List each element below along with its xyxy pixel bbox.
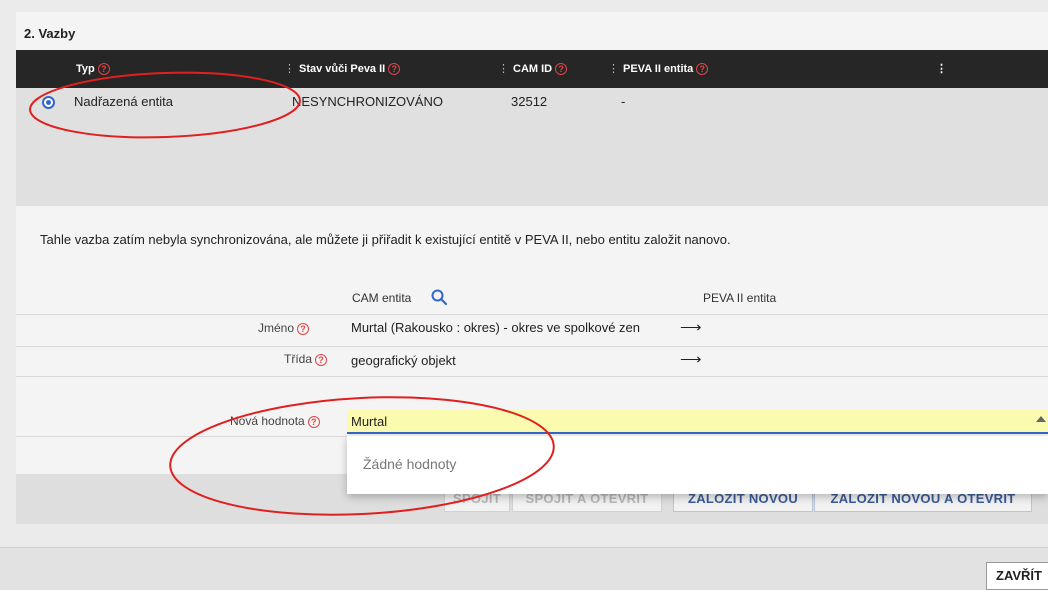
arrow-right-icon[interactable]: ⟶ <box>680 318 702 336</box>
name-label: Jméno? <box>258 321 310 335</box>
column-drag-handle-icon[interactable]: ⋮ <box>608 63 619 75</box>
peva-entity-header: PEVA II entita <box>703 291 777 305</box>
column-header-peva-entity[interactable]: ⋮ PEVA II entita? <box>608 50 709 88</box>
help-icon[interactable]: ? <box>297 322 310 335</box>
vertical-ellipsis-icon[interactable]: ⋮ <box>936 50 947 88</box>
dialog-footer <box>0 547 1048 590</box>
divider <box>16 346 1048 347</box>
help-icon[interactable]: ? <box>97 63 110 76</box>
dropdown-empty-text: Žádné hodnoty <box>363 456 457 472</box>
sync-info-text: Tahle vazba zatím nebyla synchronizována… <box>40 232 731 247</box>
help-icon[interactable]: ? <box>315 353 328 366</box>
column-header-type[interactable]: Typ? <box>76 50 110 88</box>
class-value: geografický objekt <box>351 353 456 368</box>
name-value: Murtal (Rakousko : okres) - okres ve spo… <box>351 320 640 335</box>
column-drag-handle-icon[interactable]: ⋮ <box>498 63 509 75</box>
cell-type: Nadřazená entita <box>74 94 174 109</box>
cam-entity-header: CAM entita <box>352 291 412 305</box>
row-radio-selected[interactable] <box>42 96 55 109</box>
help-icon[interactable]: ? <box>555 63 568 76</box>
class-label: Třída? <box>284 352 328 366</box>
column-drag-handle-icon[interactable]: ⋮ <box>284 63 295 75</box>
help-icon[interactable]: ? <box>307 415 320 428</box>
divider <box>16 376 1048 377</box>
grid-body: Nadřazená entita NESYNCHRONIZOVÁNO 32512… <box>16 88 1048 206</box>
column-header-cam-id[interactable]: ⋮ CAM ID? <box>498 50 568 88</box>
help-icon[interactable]: ? <box>388 63 401 76</box>
section-title: 2. Vazby <box>24 26 76 41</box>
help-icon[interactable]: ? <box>696 63 709 76</box>
arrow-right-icon[interactable]: ⟶ <box>680 350 702 368</box>
new-value-input[interactable] <box>347 410 1048 434</box>
cell-status: NESYNCHRONIZOVÁNO <box>292 94 443 109</box>
grid-header: Typ? ⋮ Stav vůči Peva II? ⋮ CAM ID? ⋮ PEVA … <box>16 50 1048 88</box>
cell-peva-entity: - <box>621 94 626 109</box>
column-header-status[interactable]: ⋮ Stav vůči Peva II? <box>284 50 401 88</box>
divider <box>16 314 1048 315</box>
search-icon[interactable] <box>430 288 448 306</box>
chevron-up-icon[interactable] <box>1036 416 1046 422</box>
close-button[interactable]: ZAVŘÍT <box>986 562 1048 590</box>
new-value-label: Nová hodnota? <box>230 414 320 428</box>
autocomplete-dropdown: Žádné hodnoty <box>347 436 1048 494</box>
table-row[interactable]: Nadřazená entita NESYNCHRONIZOVÁNO 32512… <box>16 88 1048 116</box>
cell-cam-id: 32512 <box>511 94 548 109</box>
